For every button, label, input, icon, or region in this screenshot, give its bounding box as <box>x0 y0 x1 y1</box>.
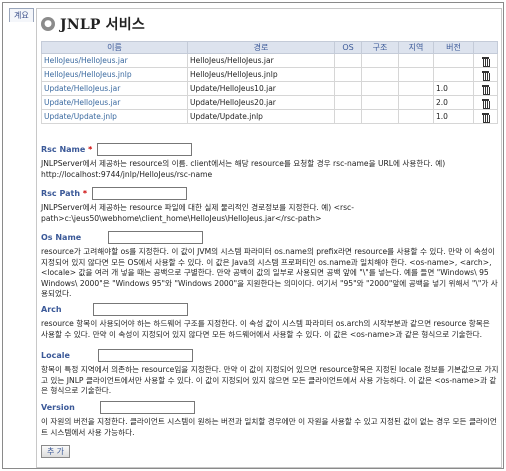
resource-os <box>334 53 362 68</box>
delete-cell <box>473 67 498 82</box>
arch-field: Arch resource 항목이 사용되어야 하는 하드웨어 구조를 지정한다… <box>41 303 499 340</box>
rsc-name-description: JNLPServer에서 제공하는 resource의 이름. client에서… <box>41 159 446 179</box>
delete-cell <box>473 95 498 110</box>
resource-arch <box>361 95 399 110</box>
resource-locale <box>398 109 434 124</box>
arch-label: Arch <box>41 305 62 314</box>
resource-locale <box>398 95 434 110</box>
os-name-input[interactable] <box>107 231 203 244</box>
col-header-name[interactable]: 이름 <box>41 41 188 54</box>
table-row: Update/HelloJeus.jar Update/HelloJeus20.… <box>41 95 498 110</box>
window-frame: 계요 ● JNLP 서비스 이름 경로 OS 구조 지역 버전 HelloJeu… <box>2 2 504 469</box>
resource-os <box>334 95 362 110</box>
table-row: Update/Update.jnlp Update/Update.jnlp 1.… <box>41 109 498 124</box>
col-header-os[interactable]: OS <box>334 41 362 54</box>
col-header-locale[interactable]: 지역 <box>398 41 434 54</box>
version-field: Version 이 자원의 버전을 지정한다. 클라이언트 시스템이 원하는 버… <box>41 401 499 438</box>
resource-name-link[interactable]: Update/Update.jnlp <box>44 112 117 121</box>
resource-path: Update/HelloJeus20.jar <box>187 95 335 110</box>
resource-path: HelloJeus/HelloJeus.jar <box>187 53 335 68</box>
resource-path: Update/Update.jnlp <box>187 109 335 124</box>
col-header-path[interactable]: 경로 <box>187 41 335 54</box>
rsc-path-label: Rsc Path * <box>41 189 87 198</box>
arch-input[interactable] <box>93 303 189 316</box>
col-header-arch[interactable]: 구조 <box>361 41 399 54</box>
os-name-field: Os Name resource가 고려해야할 os를 지정한다. 이 값이 J… <box>41 231 499 300</box>
resource-path: HelloJeus/HelloJeus.jnlp <box>187 67 335 82</box>
os-name-label: Os Name <box>41 233 82 242</box>
resource-locale <box>398 53 434 68</box>
resource-locale <box>398 67 434 82</box>
delete-cell <box>473 81 498 96</box>
trash-icon[interactable] <box>482 56 490 67</box>
add-button[interactable]: 추 가 <box>41 445 70 458</box>
os-name-description: resource가 고려해야할 os를 지정한다. 이 값이 JVM의 시스템 … <box>41 247 498 298</box>
resource-os <box>334 81 362 96</box>
version-description: 이 자원의 버전을 지정한다. 클라이언트 시스템이 원하는 버전과 일치할 경… <box>41 417 497 437</box>
rsc-path-field: Rsc Path * JNLPServer에서 제공하는 resource 파일… <box>41 187 499 224</box>
arch-description: resource 항목이 사용되어야 하는 하드웨어 구조를 지정한다. 이 속… <box>41 319 490 339</box>
resource-os <box>334 109 362 124</box>
rsc-path-input[interactable] <box>91 187 187 200</box>
trash-icon[interactable] <box>482 98 490 109</box>
resource-os <box>334 67 362 82</box>
resource-arch <box>361 109 399 124</box>
resource-arch <box>361 53 399 68</box>
resource-table: 이름 경로 OS 구조 지역 버전 HelloJeus/HelloJeus.ja… <box>41 41 498 124</box>
tab-overview[interactable]: 계요 <box>9 8 34 22</box>
trash-icon[interactable] <box>482 112 490 123</box>
bullet-circle-icon: ● <box>41 17 55 31</box>
resource-path: Update/HelloJeus10.jar <box>187 81 335 96</box>
col-header-version[interactable]: 버전 <box>433 41 474 54</box>
resource-version <box>433 67 474 82</box>
locale-description: 항목이 특정 지역에서 의존하는 resource임을 지정한다. 만약 이 값… <box>41 365 499 395</box>
resource-version <box>433 53 474 68</box>
rsc-name-label: Rsc Name * <box>41 145 93 154</box>
delete-cell <box>473 109 498 124</box>
resource-arch <box>361 67 399 82</box>
delete-cell <box>473 53 498 68</box>
table-header-row: 이름 경로 OS 구조 지역 버전 <box>41 41 498 54</box>
resource-version: 2.0 <box>433 95 474 110</box>
resource-name-link[interactable]: HelloJeus/HelloJeus.jar <box>44 56 128 65</box>
resource-version: 1.0 <box>433 109 474 124</box>
locale-label: Locale <box>41 351 70 360</box>
table-row: HelloJeus/HelloJeus.jar HelloJeus/HelloJ… <box>41 53 498 68</box>
version-input[interactable] <box>100 401 196 414</box>
resource-arch <box>361 81 399 96</box>
page-header: ● JNLP 서비스 <box>41 13 145 35</box>
resource-name-link[interactable]: Update/HelloJeus.jar <box>44 84 120 93</box>
locale-field: Locale 항목이 특정 지역에서 의존하는 resource임을 지정한다.… <box>41 349 499 397</box>
table-row: Update/HelloJeus.jar Update/HelloJeus10.… <box>41 81 498 96</box>
page-title: JNLP 서비스 <box>60 17 145 33</box>
rsc-path-description: JNLPServer에서 제공하는 resource 파일에 대한 실제 물리적… <box>41 203 354 223</box>
trash-icon[interactable] <box>482 70 490 81</box>
resource-name-link[interactable]: HelloJeus/HelloJeus.jnlp <box>44 70 132 79</box>
resource-version: 1.0 <box>433 81 474 96</box>
col-header-delete <box>473 41 498 54</box>
locale-input[interactable] <box>98 349 194 362</box>
resource-locale <box>398 81 434 96</box>
table-row: HelloJeus/HelloJeus.jnlp HelloJeus/Hello… <box>41 67 498 82</box>
content-panel: ● JNLP 서비스 이름 경로 OS 구조 지역 버전 HelloJeus/H… <box>36 8 502 468</box>
resource-name-link[interactable]: Update/HelloJeus.jar <box>44 98 120 107</box>
rsc-name-input[interactable] <box>96 143 192 156</box>
trash-icon[interactable] <box>482 84 490 95</box>
version-label: Version <box>41 403 75 412</box>
rsc-name-field: Rsc Name * JNLPServer에서 제공하는 resource의 이… <box>41 143 499 180</box>
